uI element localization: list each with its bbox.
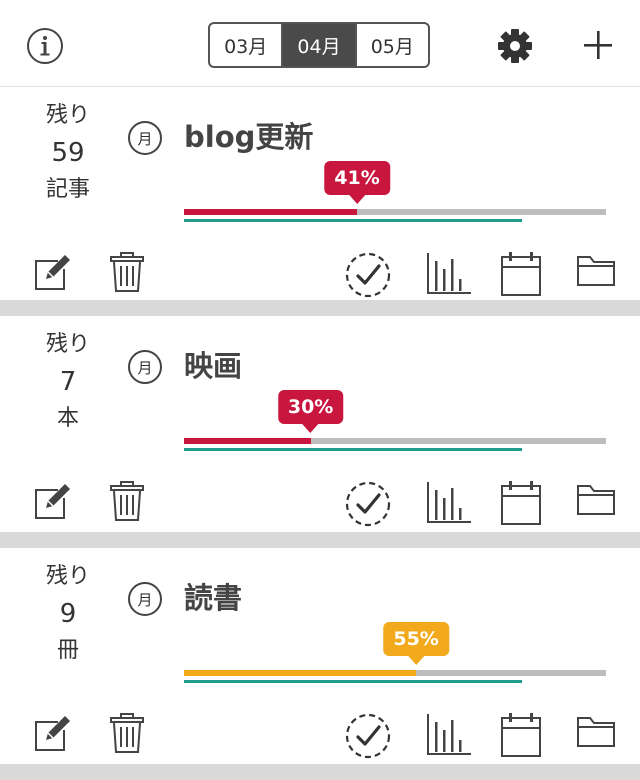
progress-fill <box>184 438 311 444</box>
badge-pointer <box>408 656 425 665</box>
remaining-unit: 記事 <box>45 177 90 202</box>
calendar-icon[interactable] <box>500 480 544 526</box>
goal-title[interactable]: blog更新 <box>184 115 313 159</box>
progress-track <box>184 670 606 676</box>
card-separator <box>0 764 640 780</box>
remaining-count: 7 <box>59 367 77 397</box>
progress-badge: 41% <box>324 161 390 204</box>
goal-title[interactable]: 映画 <box>184 344 242 388</box>
progress-badge: 55% <box>383 622 449 665</box>
top-bar: 03月 04月 05月 <box>0 0 640 87</box>
bar-chart-icon[interactable] <box>426 712 472 756</box>
check-circle-icon[interactable] <box>344 712 392 760</box>
check-circle-icon[interactable] <box>344 251 392 299</box>
edit-icon[interactable] <box>32 480 74 522</box>
period-badge: 月 <box>128 350 162 384</box>
goal-card: 残り 7 本 月 映画 30% <box>0 316 640 532</box>
badge-pointer <box>349 195 366 204</box>
trash-icon[interactable] <box>108 712 146 754</box>
progress-track <box>184 209 606 215</box>
progress-track <box>184 438 606 444</box>
goal-card: 残り 59 記事 月 blog更新 41% <box>0 87 640 303</box>
card-separator <box>0 532 640 548</box>
remaining-block: 残り 7 本 <box>22 330 114 434</box>
month-selector: 03月 04月 05月 <box>208 22 430 68</box>
remaining-unit: 冊 <box>56 638 79 663</box>
remaining-block: 残り 59 記事 <box>22 101 114 205</box>
calendar-icon[interactable] <box>500 712 544 758</box>
folder-icon[interactable] <box>576 251 616 287</box>
info-icon[interactable] <box>26 27 64 65</box>
progress-fill <box>184 670 417 676</box>
folder-icon[interactable] <box>576 480 616 516</box>
month-tab-03[interactable]: 03月 <box>210 24 284 66</box>
folder-icon[interactable] <box>576 712 616 748</box>
bar-chart-icon[interactable] <box>426 480 472 524</box>
remaining-unit: 本 <box>56 406 79 431</box>
gear-icon[interactable] <box>496 27 534 65</box>
bar-chart-icon[interactable] <box>426 251 472 295</box>
period-badge: 月 <box>128 582 162 616</box>
remaining-label: 残り <box>45 103 90 128</box>
progress-percent: 55% <box>393 628 439 650</box>
remaining-count: 59 <box>51 138 85 168</box>
card-separator <box>0 300 640 316</box>
goal-card: 残り 9 冊 月 読書 55% <box>0 548 640 764</box>
month-tab-05[interactable]: 05月 <box>357 24 428 66</box>
progress-percent: 30% <box>287 396 334 418</box>
edit-icon[interactable] <box>32 712 74 754</box>
trash-icon[interactable] <box>108 251 146 293</box>
remaining-label: 残り <box>45 564 90 589</box>
month-tab-04[interactable]: 04月 <box>283 24 357 66</box>
progress-percent: 41% <box>334 167 380 189</box>
time-elapsed-line <box>184 680 522 683</box>
time-elapsed-line <box>184 219 522 222</box>
remaining-block: 残り 9 冊 <box>22 562 114 666</box>
plus-icon[interactable] <box>580 27 616 63</box>
time-elapsed-line <box>184 448 522 451</box>
trash-icon[interactable] <box>108 480 146 522</box>
remaining-label: 残り <box>45 332 90 357</box>
badge-pointer <box>302 424 319 433</box>
period-badge: 月 <box>128 121 162 155</box>
check-circle-icon[interactable] <box>344 480 392 528</box>
progress-fill <box>184 209 358 215</box>
progress-badge: 30% <box>277 390 344 433</box>
calendar-icon[interactable] <box>500 251 544 297</box>
goal-title[interactable]: 読書 <box>184 576 242 620</box>
remaining-count: 9 <box>59 599 77 629</box>
edit-icon[interactable] <box>32 251 74 293</box>
